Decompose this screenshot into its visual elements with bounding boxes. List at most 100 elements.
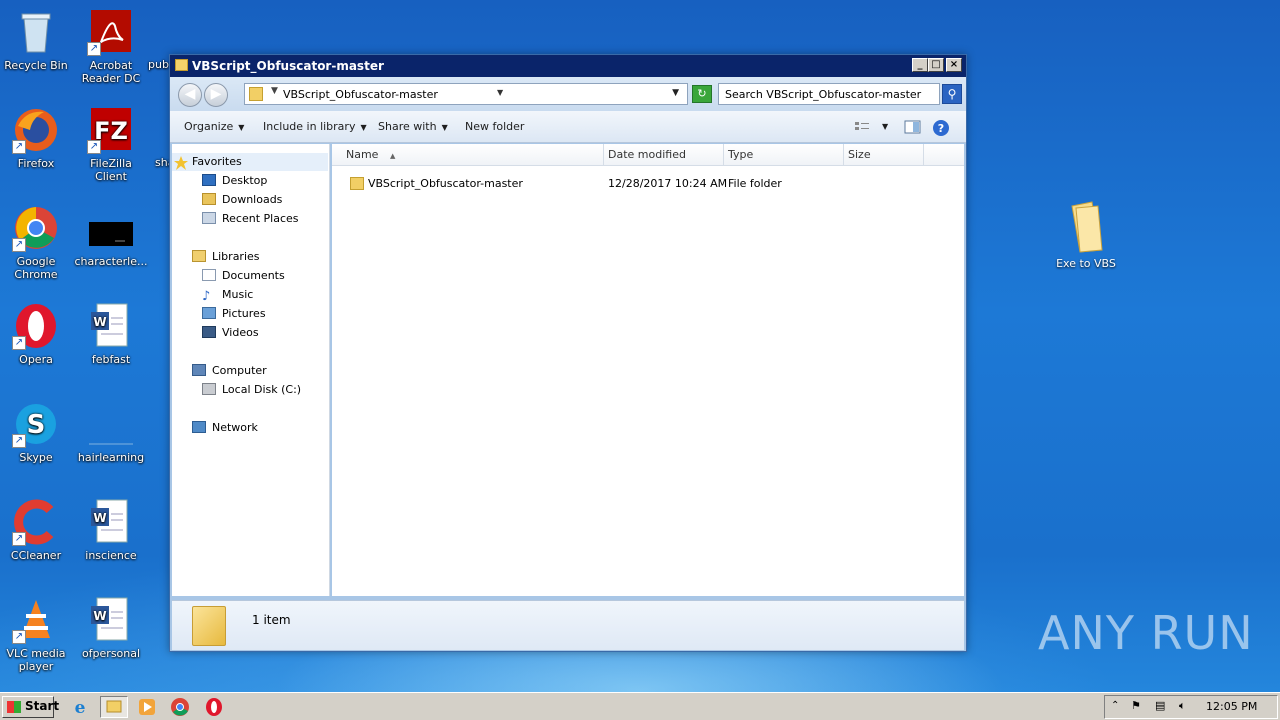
nav-recent-places[interactable]: Recent Places: [202, 210, 299, 228]
svg-text:W: W: [93, 511, 106, 525]
nav-downloads[interactable]: Downloads: [202, 191, 282, 209]
desktop-icon-chrome[interactable]: ↗ Google Chrome: [0, 204, 74, 281]
share-with-button[interactable]: Share with ▼: [378, 120, 448, 133]
chrome-icon: ↗: [12, 204, 60, 252]
nav-pictures[interactable]: Pictures: [202, 305, 266, 323]
folder-icon: [192, 606, 226, 646]
shortcut-arrow-icon: ↗: [12, 140, 26, 154]
taskbar: Start e ⌃ ⚑ ▤ 🔈︎ 12:05 PM: [0, 692, 1280, 720]
new-folder-button[interactable]: New folder: [465, 120, 524, 133]
chevron-down-icon[interactable]: ▼: [882, 122, 888, 131]
opera-icon[interactable]: [204, 697, 224, 717]
clock[interactable]: 12:05 PM: [1206, 700, 1257, 713]
file-type: File folder: [728, 177, 782, 190]
volume-icon[interactable]: 🔈︎: [1179, 699, 1195, 715]
desktop-icon-label: VLC media player: [6, 647, 66, 673]
desktop-icon-label: FileZilla Client: [90, 157, 132, 183]
desktop-icon-label: Opera: [19, 353, 53, 366]
desktop-icon-characterle[interactable]: characterle...: [73, 204, 149, 268]
address-path[interactable]: VBScript_Obfuscator-master: [283, 88, 438, 101]
window-titlebar[interactable]: VBScript_Obfuscator-master _ □ ×: [170, 55, 966, 77]
column-header-name[interactable]: Name ▲: [332, 144, 604, 166]
desktop-icon-hairlearning[interactable]: hairlearning: [73, 400, 149, 464]
chevron-down-icon[interactable]: ▼: [271, 86, 278, 96]
nav-videos[interactable]: Videos: [202, 324, 259, 342]
desktop-icon-opera[interactable]: ↗ Opera: [0, 302, 74, 366]
refresh-button[interactable]: ↻: [692, 85, 712, 103]
desktop-icon-label: Google Chrome: [14, 255, 58, 281]
desktop-icon-filezilla[interactable]: FZ ↗ FileZilla Client: [73, 106, 149, 183]
organize-button[interactable]: Organize ▼: [184, 120, 244, 133]
computer-icon: [192, 364, 206, 376]
network-tray-icon[interactable]: ▤: [1155, 699, 1171, 715]
navigation-pane: Favorites Desktop Downloads Recent Place…: [172, 144, 330, 596]
search-icon[interactable]: ⚲: [942, 84, 962, 104]
chevron-down-icon[interactable]: ▼: [497, 88, 503, 97]
music-icon: ♪: [202, 289, 211, 304]
address-box[interactable]: ▼ VBScript_Obfuscator-master ▼ ▼: [244, 83, 688, 105]
desktop-icon-firefox[interactable]: ↗ Firefox: [0, 106, 74, 170]
desktop-icon-febfast[interactable]: W febfast: [73, 302, 149, 366]
nav-label: Desktop: [222, 174, 268, 187]
action-center-flag-icon[interactable]: ⚑: [1131, 699, 1147, 715]
back-button[interactable]: ◀: [178, 83, 202, 107]
file-date: 12/28/2017 10:24 AM: [608, 177, 728, 190]
desktop-icon-recycle-bin[interactable]: Recycle Bin: [0, 8, 74, 72]
desktop-icon-vlc[interactable]: ↗ VLC media player: [0, 596, 74, 673]
nav-network[interactable]: Network: [192, 419, 258, 437]
help-icon[interactable]: ?: [932, 119, 950, 136]
nav-local-disk[interactable]: Local Disk (C:): [202, 381, 301, 399]
table-row[interactable]: VBScript_Obfuscator-master 12/28/2017 10…: [332, 174, 964, 194]
nav-documents[interactable]: Documents: [202, 267, 285, 285]
nav-label: Favorites: [192, 155, 242, 168]
address-dropdown-icon[interactable]: ▼: [672, 88, 679, 98]
forward-button[interactable]: ▶: [204, 83, 228, 107]
search-input[interactable]: Search VBScript_Obfuscator-master: [718, 83, 940, 105]
desktop-icon-label: CCleaner: [10, 549, 62, 562]
desktop-icon-skype[interactable]: S ↗ Skype: [0, 400, 74, 464]
minimize-button[interactable]: _: [912, 58, 928, 72]
nav-label: Music: [222, 288, 254, 301]
folder-icon: [350, 177, 364, 190]
vlc-icon: ↗: [12, 596, 60, 644]
media-player-icon[interactable]: [137, 697, 157, 717]
desktop-icon-ccleaner[interactable]: ↗ CCleaner: [0, 498, 74, 562]
explorer-taskbar-icon[interactable]: [100, 696, 128, 718]
chevron-down-icon: ▼: [238, 123, 245, 132]
item-count: 1 item: [252, 613, 291, 627]
desktop-icon-ofpersonal[interactable]: W ofpersonal: [73, 596, 149, 660]
desktop-icon-exe-to-vbs[interactable]: Exe to VBS: [1050, 200, 1122, 270]
chrome-icon[interactable]: [170, 697, 190, 717]
column-header-date[interactable]: Date modified: [604, 144, 724, 166]
preview-pane-icon[interactable]: [904, 119, 922, 135]
shortcut-arrow-icon: ↗: [87, 42, 101, 56]
nav-music[interactable]: ♪ Music: [202, 286, 253, 304]
word-doc-icon: W: [87, 302, 135, 350]
include-in-library-button[interactable]: Include in library ▼: [263, 120, 367, 133]
nav-label: Pictures: [222, 307, 266, 320]
nav-favorites[interactable]: Favorites: [172, 153, 328, 171]
shortcut-arrow-icon: ↗: [12, 630, 26, 644]
internet-explorer-icon[interactable]: e: [70, 697, 90, 718]
desktop-icon-label: ofpersonal: [81, 647, 141, 660]
opera-icon: ↗: [12, 302, 60, 350]
column-header-type[interactable]: Type: [724, 144, 844, 166]
nav-desktop[interactable]: Desktop: [202, 172, 267, 190]
desktop-icon-inscience[interactable]: W inscience: [73, 498, 149, 562]
view-options-icon[interactable]: [854, 119, 872, 135]
column-header-size[interactable]: Size: [844, 144, 924, 166]
anyrun-watermark: ANY RUN: [1038, 606, 1254, 660]
desktop-icon-label: febfast: [91, 353, 131, 366]
shortcut-arrow-icon: ↗: [12, 532, 26, 546]
shortcut-arrow-icon: ↗: [12, 336, 26, 350]
desktop-icon-acrobat[interactable]: ↗ Acrobat Reader DC: [73, 8, 149, 85]
nav-libraries[interactable]: Libraries: [192, 248, 260, 266]
show-hidden-icons-icon[interactable]: ⌃: [1111, 700, 1127, 716]
explorer-window[interactable]: VBScript_Obfuscator-master _ □ × ◀ ▶ ▼ V…: [169, 54, 967, 652]
close-button[interactable]: ×: [946, 58, 962, 72]
desktop-icon: [202, 174, 216, 186]
start-button[interactable]: Start: [2, 696, 59, 718]
nav-computer[interactable]: Computer: [192, 362, 267, 380]
firefox-icon: ↗: [12, 106, 60, 154]
maximize-button[interactable]: □: [928, 58, 944, 72]
